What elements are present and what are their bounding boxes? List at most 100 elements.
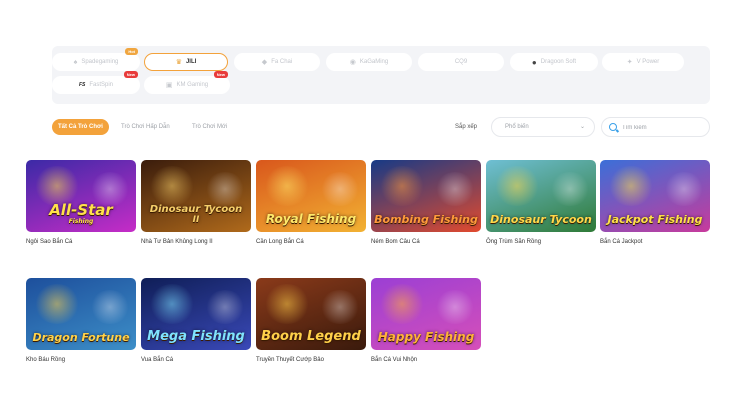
thumbnail-glow xyxy=(379,284,425,324)
provider-label: JILI xyxy=(185,59,197,65)
game-logo: Happy Fishing xyxy=(371,331,481,343)
provider-dragoon-soft[interactable]: ● Dragoon Soft xyxy=(510,53,598,71)
tab-new-games[interactable]: Trò Chơi Mới xyxy=(192,119,227,135)
search-icon[interactable] xyxy=(609,123,617,131)
search-box[interactable] xyxy=(601,117,710,137)
thumbnail-glow xyxy=(34,166,80,206)
game-thumbnail[interactable]: All-Star Fishing xyxy=(26,160,136,232)
thumbnail-glow xyxy=(320,290,360,324)
thumbnail-glow xyxy=(664,172,704,206)
game-logo-title: Boom Legend xyxy=(261,329,361,344)
game-thumbnail[interactable]: Dragon Fortune xyxy=(26,278,136,350)
game-card[interactable]: Dragon Fortune Kho Báu Rồng xyxy=(26,278,136,363)
game-logo-title: Jackpot Fishing xyxy=(607,213,703,226)
game-thumbnail[interactable]: Royal Fishing xyxy=(256,160,366,232)
game-card[interactable]: Royal Fishing Cần Long Bắn Cá xyxy=(256,160,366,245)
game-card[interactable]: Jackpot Fishing Bắn Cá Jackpot xyxy=(600,160,710,245)
game-thumbnail[interactable]: Boom Legend xyxy=(256,278,366,350)
game-name[interactable]: Nhà Tư Bản Khủng Long II xyxy=(141,239,251,245)
provider-label: Spadegaming xyxy=(81,59,119,65)
thumbnail-glow xyxy=(149,166,195,206)
dragon-logo-icon: ● xyxy=(531,57,537,67)
provider-fa-chai[interactable]: ◆ Fa Chai xyxy=(234,53,320,71)
provider-label: Dragoon Soft xyxy=(540,59,577,65)
thumbnail-glow xyxy=(435,290,475,324)
provider-label: KaGaMing xyxy=(359,59,389,65)
thumbnail-glow xyxy=(205,172,245,206)
thumbnail-glow xyxy=(149,284,195,324)
game-logo: Bombing Fishing xyxy=(371,214,481,225)
game-thumbnail[interactable]: Mega Fishing xyxy=(141,278,251,350)
provider-kagaming[interactable]: ◉ KaGaMing xyxy=(326,53,412,71)
game-logo: Boom Legend xyxy=(256,330,366,343)
provider-v-power[interactable]: ✦ V Power xyxy=(602,53,684,71)
game-thumbnail[interactable]: Bombing Fishing xyxy=(371,160,481,232)
game-card[interactable]: Boom Legend Truyền Thuyết Cướp Bảo xyxy=(256,278,366,363)
kagaming-eye-icon: ◉ xyxy=(349,59,356,66)
game-name[interactable]: Ông Trùm Săn Rồng xyxy=(486,239,596,245)
thumbnail-glow xyxy=(205,290,245,324)
game-name[interactable]: Ngôi Sao Bắn Cá xyxy=(26,239,136,245)
fastspin-logo-icon: FS xyxy=(78,82,86,88)
provider-spadegaming[interactable]: ♠ Spadegaming Hot xyxy=(52,48,140,71)
search-input[interactable] xyxy=(622,121,706,134)
game-name[interactable]: Vua Bắn Cá xyxy=(141,357,251,363)
game-card[interactable]: Dinosaur Tycoon Ông Trùm Săn Rồng xyxy=(486,160,596,245)
game-logo: Dinosaur Tycoon II xyxy=(141,205,251,225)
game-logo-subtitle: Fishing xyxy=(68,218,94,225)
thumbnail-glow xyxy=(264,166,310,206)
provider-label: CQ9 xyxy=(454,59,468,65)
provider-cq9[interactable]: CQ9 xyxy=(418,53,504,71)
thumbnail-glow xyxy=(494,166,540,206)
provider-fastspin[interactable]: FS FastSpin New xyxy=(52,71,140,94)
sort-label: Sắp xếp xyxy=(455,124,478,130)
game-logo: Jackpot Fishing xyxy=(600,214,710,225)
fa-chai-logo-icon: ◆ xyxy=(261,59,268,66)
game-name[interactable]: Kho Báu Rồng xyxy=(26,357,136,363)
game-card[interactable]: Bombing Fishing Ném Bom Câu Cá xyxy=(371,160,481,245)
v-power-logo-icon: ✦ xyxy=(626,59,633,66)
provider-jili[interactable]: ♛ JILI xyxy=(144,53,228,71)
game-card[interactable]: Mega Fishing Vua Bắn Cá xyxy=(141,278,251,363)
provider-label: FastSpin xyxy=(89,82,114,88)
game-name[interactable]: Bắn Cá Vui Nhộn xyxy=(371,357,481,363)
game-logo-title: Dinosaur Tycoon xyxy=(149,204,243,215)
new-badge: New xyxy=(213,71,228,78)
game-name[interactable]: Ném Bom Câu Cá xyxy=(371,239,481,245)
tab-all-games[interactable]: Tất Cả Trò Chơi xyxy=(52,119,109,135)
game-thumbnail[interactable]: Jackpot Fishing xyxy=(600,160,710,232)
new-badge: New xyxy=(123,71,138,78)
game-logo: Dragon Fortune xyxy=(26,332,136,343)
jili-logo-icon: ♛ xyxy=(175,59,182,66)
game-card[interactable]: Dinosaur Tycoon II Nhà Tư Bản Khủng Long… xyxy=(141,160,251,245)
game-name[interactable]: Cần Long Bắn Cá xyxy=(256,239,366,245)
game-logo-title: All-Star xyxy=(49,201,113,219)
game-name[interactable]: Truyền Thuyết Cướp Bảo xyxy=(256,357,366,363)
game-logo-title: Royal Fishing xyxy=(265,212,357,226)
provider-km-gaming[interactable]: ▣ KM Gaming New xyxy=(144,71,230,94)
game-logo-title: Dragon Fortune xyxy=(32,331,130,344)
game-logo: Dinosaur Tycoon xyxy=(486,214,596,225)
thumbnail-glow xyxy=(379,166,425,206)
game-logo: All-Star Fishing xyxy=(26,203,136,225)
thumbnail-glow xyxy=(550,172,590,206)
tab-hot-games[interactable]: Trò Chơi Hấp Dẫn xyxy=(121,119,170,135)
thumbnail-glow xyxy=(90,290,130,324)
game-logo-subtitle: II xyxy=(192,215,200,225)
thumbnail-glow xyxy=(320,172,360,206)
game-logo-title: Happy Fishing xyxy=(377,330,475,344)
sort-value: Phổ biến xyxy=(505,124,529,130)
sort-dropdown[interactable]: Phổ biến ⌄ xyxy=(491,117,595,137)
game-thumbnail[interactable]: Happy Fishing xyxy=(371,278,481,350)
thumbnail-glow xyxy=(264,284,310,324)
provider-label: V Power xyxy=(636,59,660,65)
game-card[interactable]: All-Star Fishing Ngôi Sao Bắn Cá xyxy=(26,160,136,245)
game-thumbnail[interactable]: Dinosaur Tycoon xyxy=(486,160,596,232)
thumbnail-glow xyxy=(608,166,654,206)
provider-panel: ♠ Spadegaming Hot ♛ JILI ◆ Fa Chai ◉ KaG… xyxy=(52,46,710,104)
game-name[interactable]: Bắn Cá Jackpot xyxy=(600,239,710,245)
game-logo-title: Dinosaur Tycoon xyxy=(490,213,592,226)
game-card[interactable]: Happy Fishing Bắn Cá Vui Nhộn xyxy=(371,278,481,363)
game-thumbnail[interactable]: Dinosaur Tycoon II xyxy=(141,160,251,232)
game-logo: Royal Fishing xyxy=(256,213,366,225)
